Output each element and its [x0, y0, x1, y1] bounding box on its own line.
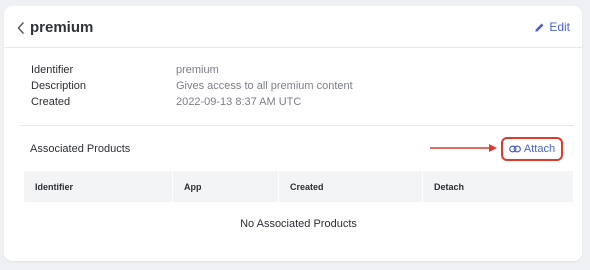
card-header: premium Edit	[4, 6, 582, 48]
detail-label: Created	[31, 96, 71, 108]
edit-label: Edit	[549, 20, 570, 34]
link-icon	[508, 145, 521, 153]
section-divider	[20, 125, 574, 126]
detail-value: premium	[176, 64, 219, 76]
arrow-right-icon	[430, 144, 497, 152]
detail-label: Identifier	[31, 64, 74, 76]
page-title: premium	[30, 19, 94, 36]
attach-label: Attach	[523, 143, 556, 155]
detail-value: 2022-09-13 8:37 AM UTC	[176, 96, 302, 108]
chevron-left-icon	[17, 22, 24, 34]
edit-button[interactable]: Edit	[534, 20, 570, 34]
column-header-identifier[interactable]: Identifier	[24, 171, 172, 202]
column-header-app[interactable]: App	[172, 171, 278, 202]
pencil-icon	[535, 23, 544, 32]
empty-state-text: No Associated Products	[240, 218, 357, 230]
column-header-created[interactable]: Created	[278, 171, 422, 202]
detail-label: Description	[31, 80, 87, 92]
back-button[interactable]	[14, 20, 28, 36]
column-header-detach: Detach	[422, 171, 573, 202]
section-title: Associated Products	[30, 143, 131, 155]
products-table-header: Identifier App Created Detach	[24, 171, 573, 202]
entitlement-card: premium Edit Identifier premium Descript…	[4, 6, 582, 261]
attach-button[interactable]: Attach	[501, 137, 563, 161]
detail-value: Gives access to all premium content	[176, 80, 353, 92]
